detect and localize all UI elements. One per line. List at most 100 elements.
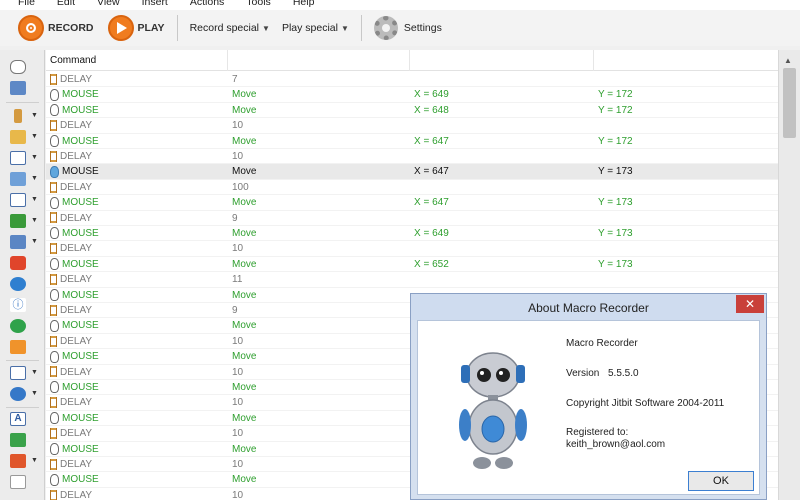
mouse-icon [50, 134, 59, 147]
globe-icon[interactable] [10, 277, 26, 291]
menu-insert[interactable]: Insert [142, 0, 168, 9]
chevron-down-icon[interactable]: ▼ [31, 112, 38, 119]
chevron-down-icon[interactable]: ▼ [31, 196, 38, 203]
chevron-down-icon[interactable]: ▼ [31, 217, 38, 224]
loop-icon[interactable] [10, 387, 26, 401]
app-name: Macro Recorder [566, 338, 638, 349]
table-row[interactable]: DELAY 9 [46, 211, 778, 226]
pencil-icon[interactable] [10, 214, 26, 228]
hourglass-icon [50, 335, 57, 347]
delay-icon[interactable] [14, 109, 22, 123]
menu-edit[interactable]: Edit [57, 0, 75, 9]
column-header-param1[interactable] [228, 50, 410, 71]
variable-icon[interactable] [10, 366, 26, 380]
cell-param2: X = 649 [414, 228, 449, 239]
info-icon[interactable]: ⓘ [10, 298, 26, 312]
chevron-down-icon[interactable]: ▼ [31, 390, 38, 397]
table-row[interactable]: MOUSE Move X = 647 Y = 172 [46, 134, 778, 149]
command-name: DELAY [60, 120, 93, 132]
table-row[interactable]: MOUSE Move X = 649 Y = 173 [46, 226, 778, 242]
chevron-down-icon[interactable]: ▼ [31, 238, 38, 245]
mouse-icon [50, 104, 59, 117]
registered-email: keith_brown@aol.com [566, 439, 666, 450]
cell-param1: Move [232, 104, 257, 116]
ok-button[interactable]: OK [688, 471, 754, 491]
table-row[interactable]: MOUSE Move X = 647 Y = 173 [46, 195, 778, 211]
table-row[interactable]: MOUSE Move X = 652 Y = 173 [46, 257, 778, 273]
toolbar-divider [360, 15, 362, 41]
column-header-param3[interactable] [594, 50, 778, 71]
scroll-up-icon[interactable]: ▲ [784, 56, 792, 65]
table-row[interactable]: MOUSE Move X = 647 Y = 173 [46, 164, 778, 180]
table-row[interactable]: DELAY 11 [46, 272, 778, 288]
hourglass-icon [50, 150, 57, 162]
cell-command: MOUSE [50, 103, 99, 118]
column-header-command[interactable]: Command [46, 50, 228, 71]
command-name: MOUSE [62, 197, 99, 209]
web-icon[interactable] [10, 319, 26, 333]
label-icon[interactable]: A [10, 412, 26, 426]
cell-param1: 100 [232, 181, 249, 193]
chevron-down-icon[interactable]: ▼ [31, 154, 38, 161]
menu-file[interactable]: File [18, 0, 35, 9]
chevron-down-icon[interactable]: ▼ [31, 175, 38, 182]
window-icon[interactable] [10, 151, 26, 165]
menu-tools[interactable]: Tools [246, 0, 271, 9]
play-button[interactable]: PLAY [104, 13, 169, 43]
version-value: 5.5.5.0 [608, 368, 639, 379]
goto-icon[interactable] [10, 433, 26, 447]
chevron-down-icon[interactable]: ▼ [31, 369, 38, 376]
dialog-titlebar[interactable]: About Macro Recorder ✕ [411, 294, 766, 320]
screen-icon[interactable] [10, 235, 26, 249]
cell-command: MOUSE [50, 288, 99, 303]
comment-icon[interactable] [10, 475, 26, 489]
table-row[interactable]: DELAY 100 [46, 180, 778, 196]
close-icon: ✕ [744, 297, 756, 311]
mouse-cursor-icon[interactable] [10, 60, 26, 74]
grid-header: Command [46, 50, 778, 71]
table-row[interactable]: DELAY 10 [46, 241, 778, 257]
toolbox-divider [6, 102, 39, 103]
play-macro-icon[interactable] [10, 340, 26, 354]
cell-param3: Y = 173 [598, 258, 633, 270]
scroll-thumb[interactable] [783, 68, 796, 138]
text-icon[interactable] [10, 193, 26, 207]
chevron-down-icon[interactable]: ▼ [31, 133, 38, 140]
command-name: DELAY [60, 212, 93, 224]
mouse-click-icon[interactable] [10, 81, 26, 95]
command-name: DELAY [60, 305, 93, 316]
menu-actions[interactable]: Actions [190, 0, 224, 9]
cell-param1: 10 [232, 120, 244, 132]
table-row[interactable]: DELAY 10 [46, 149, 778, 165]
if-icon[interactable] [10, 454, 26, 468]
command-name: MOUSE [62, 135, 99, 147]
hourglass-icon [50, 212, 57, 224]
stop-icon[interactable] [10, 256, 26, 270]
toolbox-divider [6, 407, 39, 408]
table-row[interactable]: DELAY 7 [46, 72, 778, 88]
record-special-dropdown[interactable]: Record special ▼ [186, 13, 274, 43]
cell-command: DELAY [50, 211, 92, 226]
close-button[interactable]: ✕ [736, 295, 764, 313]
chevron-down-icon[interactable]: ▼ [31, 457, 38, 464]
cell-param1: 10 [232, 151, 244, 162]
table-row[interactable]: MOUSE Move X = 649 Y = 172 [46, 87, 778, 103]
table-row[interactable]: MOUSE Move X = 648 Y = 172 [46, 103, 778, 119]
menu-bar: File Edit View Insert Actions Tools Help [0, 0, 800, 10]
folder-icon[interactable] [10, 130, 26, 144]
dialog-title: About Macro Recorder [528, 301, 649, 315]
table-row[interactable]: DELAY 10 [46, 118, 778, 134]
vertical-scrollbar[interactable]: ▲ [778, 50, 800, 500]
play-label: PLAY [137, 22, 165, 34]
toolbox-divider [6, 360, 39, 361]
play-special-label: Play special [281, 22, 338, 34]
record-button[interactable]: RECORD [14, 13, 98, 43]
play-special-dropdown[interactable]: Play special ▼ [278, 13, 353, 43]
toolbar: RECORD PLAY Record special ▼ Play specia… [0, 10, 800, 46]
cell-param1: Move [232, 382, 257, 393]
settings-button[interactable]: Settings [370, 13, 446, 43]
clipboard-icon[interactable] [10, 172, 26, 186]
column-header-param2[interactable] [410, 50, 594, 71]
menu-help[interactable]: Help [293, 0, 315, 9]
menu-view[interactable]: View [97, 0, 120, 9]
